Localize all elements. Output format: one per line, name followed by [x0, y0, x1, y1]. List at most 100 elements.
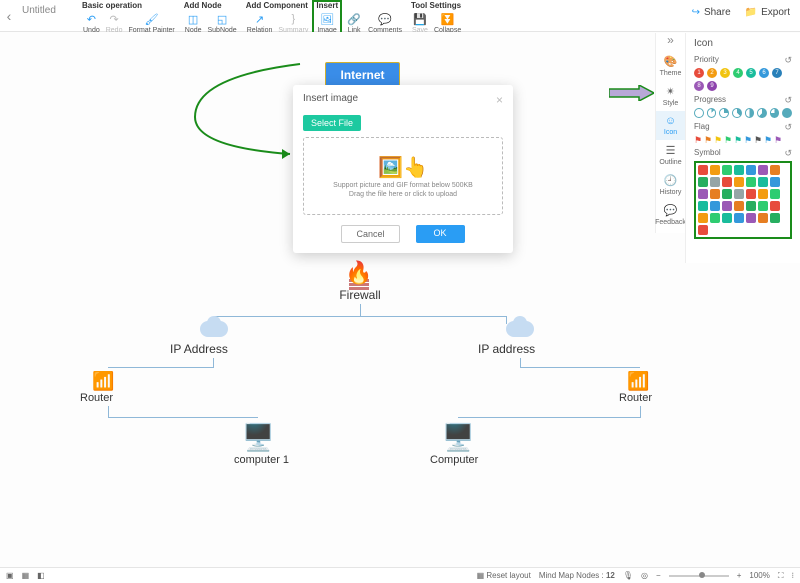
rail-theme[interactable]: 🎨Theme [656, 51, 685, 81]
zoom-in[interactable]: + [737, 571, 742, 580]
format-painter-button[interactable]: 🖌Format Painter [125, 12, 177, 34]
symbol-icon[interactable] [758, 201, 768, 211]
symbol-icon[interactable] [746, 201, 756, 211]
symbol-icon[interactable] [734, 165, 744, 175]
priority-icon[interactable]: 3 [720, 68, 730, 78]
symbol-icon[interactable] [746, 165, 756, 175]
flag-icon[interactable]: ⚑ [704, 135, 713, 144]
rail-outline[interactable]: ☰Outline [656, 140, 685, 170]
symbol-icon[interactable] [770, 213, 780, 223]
node-firewall-icon[interactable]: 🔥 [344, 260, 374, 288]
symbol-icon[interactable] [698, 213, 708, 223]
symbol-icon[interactable] [770, 201, 780, 211]
node-button[interactable]: ◫Node [182, 12, 205, 34]
progress-icon[interactable] [719, 108, 729, 118]
symbol-icon[interactable] [710, 177, 720, 187]
modal-close-button[interactable]: × [496, 93, 503, 107]
flag-icon[interactable]: ⚑ [744, 135, 753, 144]
node-router-left[interactable]: 📶 [92, 371, 114, 392]
flag-icon[interactable]: ⚑ [694, 135, 703, 144]
symbol-icon[interactable] [734, 177, 744, 187]
progress-icon[interactable] [694, 108, 704, 118]
rail-feedback[interactable]: 💬Feedback [656, 200, 685, 230]
relation-button[interactable]: ↗Relation [244, 12, 276, 34]
priority-icon[interactable]: 2 [707, 68, 717, 78]
symbol-icon[interactable] [770, 189, 780, 199]
zoom-out[interactable]: − [656, 571, 661, 580]
priority-icon[interactable]: 7 [772, 68, 782, 78]
symbol-icon[interactable] [722, 189, 732, 199]
symbol-icon[interactable] [746, 177, 756, 187]
dropzone[interactable]: 🖼️👆 Support picture and GIF format below… [303, 137, 503, 215]
symbol-icon[interactable] [698, 201, 708, 211]
cancel-button[interactable]: Cancel [341, 225, 399, 243]
save-button[interactable]: 💾Save [409, 12, 431, 34]
priority-icon[interactable]: 5 [746, 68, 756, 78]
progress-icon[interactable] [707, 108, 717, 118]
symbol-icon[interactable] [710, 189, 720, 199]
node-ip-right[interactable] [506, 321, 534, 337]
flag-icon[interactable]: ⚑ [754, 135, 763, 144]
symbol-icon[interactable] [698, 177, 708, 187]
priority-icon[interactable]: 1 [694, 68, 704, 78]
symbol-icon[interactable] [710, 213, 720, 223]
subnode-button[interactable]: ◱SubNode [205, 12, 240, 34]
symbol-icon[interactable] [698, 225, 708, 235]
symbol-icon[interactable] [698, 189, 708, 199]
flag-icon[interactable]: ⚑ [734, 135, 743, 144]
symbol-icon[interactable] [734, 213, 744, 223]
node-computer-left[interactable]: 🖥️ [242, 422, 274, 453]
symbol-icon[interactable] [758, 213, 768, 223]
priority-icon[interactable]: 6 [759, 68, 769, 78]
summary-button[interactable]: }Summary [275, 12, 311, 34]
priority-reset[interactable]: ↺ [784, 55, 792, 66]
back-button[interactable]: ‹ [0, 1, 18, 31]
symbol-icon[interactable] [734, 189, 744, 199]
comments-button[interactable]: 💬Comments [365, 12, 405, 34]
priority-icon[interactable]: 9 [707, 81, 717, 91]
select-file-button[interactable]: Select File [303, 115, 361, 131]
target-icon[interactable]: ◎ [641, 571, 648, 580]
zoom-slider[interactable] [669, 575, 729, 577]
progress-icon[interactable] [770, 108, 780, 118]
tool-icon-2[interactable]: ▦ [22, 571, 30, 580]
collapse-button[interactable]: ⏬Collapse [431, 12, 464, 34]
node-computer-right[interactable]: 🖥️ [442, 422, 474, 453]
image-button[interactable]: 🖼Image [314, 12, 339, 34]
symbol-icon[interactable] [746, 213, 756, 223]
symbol-icon[interactable] [770, 177, 780, 187]
progress-icon[interactable] [732, 108, 742, 118]
progress-icon[interactable] [745, 108, 755, 118]
tool-icon-1[interactable]: ▣ [6, 571, 14, 580]
flag-icon[interactable]: ⚑ [764, 135, 773, 144]
export-button[interactable]: 📁Export [745, 7, 790, 18]
rail-style[interactable]: ✴Style [656, 81, 685, 111]
flag-icon[interactable]: ⚑ [774, 135, 783, 144]
rail-icon[interactable]: ☺Icon [656, 111, 685, 140]
flag-icon[interactable]: ⚑ [714, 135, 723, 144]
flag-icon[interactable]: ⚑ [724, 135, 733, 144]
symbol-icon[interactable] [734, 201, 744, 211]
redo-button[interactable]: ↷Redo [103, 12, 126, 34]
symbol-icon[interactable] [758, 165, 768, 175]
node-ip-left[interactable] [200, 321, 228, 337]
symbol-icon[interactable] [722, 213, 732, 223]
symbol-icon[interactable] [770, 165, 780, 175]
rail-history[interactable]: 🕘History [656, 170, 685, 200]
symbol-icon[interactable] [722, 165, 732, 175]
node-router-right[interactable]: 📶 [627, 371, 649, 392]
reset-layout-button[interactable]: ▦ Reset layout [477, 571, 531, 580]
share-button[interactable]: ↪Share [692, 7, 731, 18]
symbol-icon[interactable] [722, 177, 732, 187]
ok-button[interactable]: OK [416, 225, 465, 243]
symbol-icon[interactable] [722, 201, 732, 211]
symbol-icon[interactable] [710, 201, 720, 211]
symbol-reset[interactable]: ↺ [784, 148, 792, 159]
link-button[interactable]: 🔗Link [343, 12, 365, 34]
symbol-icon[interactable] [746, 189, 756, 199]
mic-icon[interactable]: 🎙 [623, 571, 633, 580]
more-icon[interactable]: ⁝ [791, 571, 794, 580]
progress-icon[interactable] [782, 108, 792, 118]
symbol-icon[interactable] [698, 165, 708, 175]
symbol-icon[interactable] [710, 165, 720, 175]
